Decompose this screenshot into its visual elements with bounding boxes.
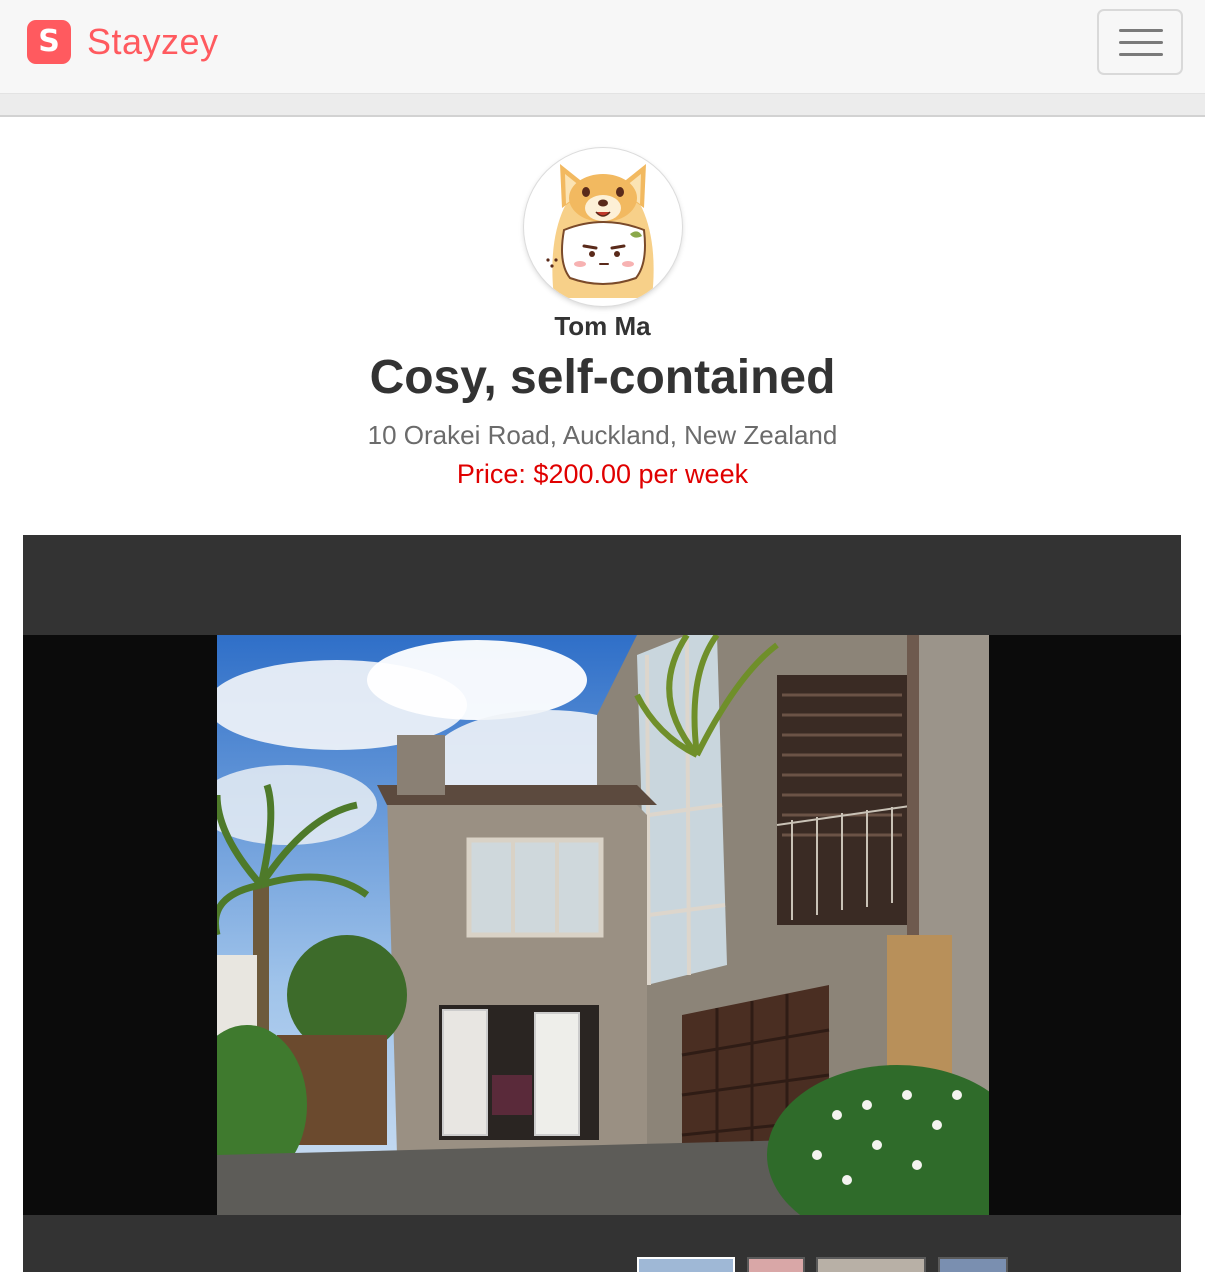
navbar-divider [0,94,1205,117]
gallery-thumbnail[interactable] [938,1257,1008,1272]
photo-gallery [23,535,1181,1272]
gallery-thumbnail[interactable] [747,1257,805,1272]
top-navbar: S Stayzey [0,0,1205,94]
listing-title: Cosy, self-contained [369,351,836,404]
menu-toggle-button[interactable] [1097,9,1183,75]
shiba-dog-avatar-icon [527,151,679,303]
host-name: Tom Ma [554,311,651,341]
brand-link[interactable]: S Stayzey [27,20,219,64]
house-photo [217,635,989,1215]
gallery-stage[interactable] [23,635,1181,1215]
listing-price: Price: $200.00 per week [456,459,749,489]
gallery-thumbnail[interactable] [816,1257,926,1272]
host-avatar [524,148,682,306]
brand-logo-icon: S [27,20,71,64]
listing-address: 10 Orakei Road, Auckland, New Zealand [367,420,838,450]
gallery-thumbnail[interactable] [637,1257,735,1272]
brand-name: Stayzey [87,21,219,62]
